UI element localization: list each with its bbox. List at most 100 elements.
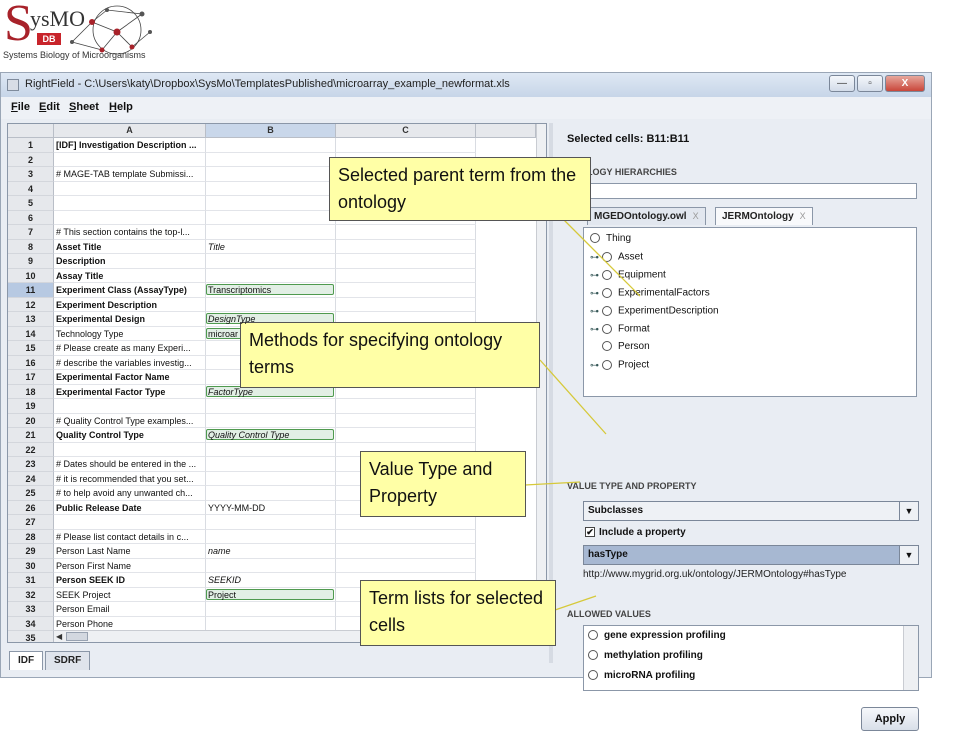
- ontology-tree[interactable]: Thing ⊶ Asset ⊶ Equipment ⊶ ExperimentalFacto…: [583, 227, 917, 397]
- cell-a[interactable]: # Quality Control Type examples...: [54, 413, 206, 428]
- cell-b[interactable]: [206, 486, 336, 501]
- tab-mged-ontology[interactable]: MGEDOntology.owl X: [587, 207, 706, 225]
- row-number[interactable]: 26: [8, 500, 54, 515]
- cell-b[interactable]: YYYY-MM-DD: [206, 500, 336, 515]
- cell-a[interactable]: Person First Name: [54, 558, 206, 573]
- cell-b[interactable]: SEEKID: [206, 573, 336, 588]
- cell-a[interactable]: Quality Control Type: [54, 428, 206, 443]
- close-button[interactable]: X: [885, 75, 925, 92]
- expand-handle-icon[interactable]: ⊶: [590, 268, 602, 282]
- cell-c[interactable]: [336, 558, 476, 573]
- cell-a[interactable]: Person Last Name: [54, 544, 206, 559]
- cell-b[interactable]: [206, 558, 336, 573]
- cell-a[interactable]: Public Release Date: [54, 500, 206, 515]
- cell-c[interactable]: [336, 297, 476, 312]
- cell-a[interactable]: Experimental Design: [54, 312, 206, 327]
- cell-a[interactable]: [54, 152, 206, 167]
- tree-node[interactable]: ⊶ Project: [590, 358, 649, 372]
- row-number[interactable]: 10: [8, 268, 54, 283]
- row-number[interactable]: 6: [8, 210, 54, 225]
- row-number[interactable]: 33: [8, 602, 54, 617]
- row-number[interactable]: 17: [8, 370, 54, 385]
- cell-a[interactable]: [54, 515, 206, 530]
- row-number[interactable]: 5: [8, 196, 54, 211]
- row-number[interactable]: 34: [8, 616, 54, 631]
- cell-a[interactable]: Technology Type: [54, 326, 206, 341]
- cell-a[interactable]: [54, 442, 206, 457]
- cell-b[interactable]: name: [206, 544, 336, 559]
- cell-a[interactable]: Description: [54, 254, 206, 269]
- tab-jerm-ontology[interactable]: JERMOntology X: [715, 207, 813, 225]
- row-number[interactable]: 14: [8, 326, 54, 341]
- allowed-values-scrollbar[interactable]: [903, 626, 918, 690]
- cell-c[interactable]: [336, 399, 476, 414]
- menu-sheet[interactable]: Sheet: [69, 101, 99, 113]
- cell-c[interactable]: [336, 254, 476, 269]
- cell-a[interactable]: Person Email: [54, 602, 206, 617]
- cell-a[interactable]: Experimental Factor Name: [54, 370, 206, 385]
- minimize-button[interactable]: —: [829, 75, 855, 92]
- column-header-c[interactable]: C: [336, 124, 476, 138]
- list-item[interactable]: gene expression profiling: [588, 630, 726, 641]
- row-number[interactable]: 7: [8, 225, 54, 240]
- row-number[interactable]: 15: [8, 341, 54, 356]
- cell-b[interactable]: [206, 616, 336, 631]
- menu-file[interactable]: File: [11, 101, 30, 113]
- row-number[interactable]: 20: [8, 413, 54, 428]
- cell-c[interactable]: [336, 268, 476, 283]
- cell-a[interactable]: Person SEEK ID: [54, 573, 206, 588]
- row-number[interactable]: 23: [8, 457, 54, 472]
- cell-b[interactable]: [206, 210, 336, 225]
- property-select[interactable]: hasType ▼: [583, 545, 919, 565]
- cell-a[interactable]: Assay Title: [54, 268, 206, 283]
- tree-node-thing[interactable]: Thing: [590, 232, 631, 246]
- include-property-checkbox[interactable]: ✔ Include a property: [585, 527, 686, 538]
- row-number[interactable]: 9: [8, 254, 54, 269]
- cell-b[interactable]: Title: [206, 239, 336, 254]
- tree-node[interactable]: ⊶ ExperimentDescription: [590, 304, 719, 318]
- row-number[interactable]: 18: [8, 384, 54, 399]
- cell-a[interactable]: # to help avoid any unwanted ch...: [54, 486, 206, 501]
- cell-c[interactable]: [336, 428, 476, 443]
- cell-a[interactable]: Person Phone: [54, 616, 206, 631]
- ontology-cell-b[interactable]: Quality Control Type: [206, 428, 336, 443]
- cell-b[interactable]: [206, 515, 336, 530]
- apply-button[interactable]: Apply: [861, 707, 919, 731]
- ontology-cell-b[interactable]: Transcriptomics: [206, 283, 336, 298]
- cell-b[interactable]: [206, 225, 336, 240]
- cell-b[interactable]: [206, 268, 336, 283]
- expand-handle-icon[interactable]: ⊶: [590, 286, 602, 300]
- cell-c[interactable]: [336, 544, 476, 559]
- cell-b[interactable]: [206, 138, 336, 153]
- cell-a[interactable]: SEEK Project: [54, 587, 206, 602]
- row-number[interactable]: 11: [8, 283, 54, 298]
- cell-a[interactable]: [54, 210, 206, 225]
- sheet-tab-idf[interactable]: IDF: [9, 651, 44, 670]
- cell-b[interactable]: [206, 196, 336, 211]
- row-number[interactable]: 32: [8, 587, 54, 602]
- cell-b[interactable]: [206, 413, 336, 428]
- expand-handle-icon[interactable]: ⊶: [590, 250, 602, 264]
- close-tab-icon[interactable]: X: [693, 211, 699, 221]
- cell-c[interactable]: [336, 138, 476, 153]
- row-number[interactable]: 19: [8, 399, 54, 414]
- cell-b[interactable]: [206, 181, 336, 196]
- cell-b[interactable]: [206, 297, 336, 312]
- menu-edit[interactable]: Edit: [39, 101, 60, 113]
- cell-a[interactable]: # Please create as many Experi...: [54, 341, 206, 356]
- cell-c[interactable]: [336, 515, 476, 530]
- cell-a[interactable]: [54, 196, 206, 211]
- list-item[interactable]: methylation profiling: [588, 650, 703, 661]
- row-number[interactable]: 24: [8, 471, 54, 486]
- list-item[interactable]: microRNA profiling: [588, 670, 695, 681]
- column-header-b[interactable]: B: [206, 124, 336, 138]
- cell-a[interactable]: # This section contains the top-l...: [54, 225, 206, 240]
- scroll-thumb[interactable]: [66, 632, 88, 641]
- row-number[interactable]: 2: [8, 152, 54, 167]
- cell-a[interactable]: [54, 181, 206, 196]
- cell-a[interactable]: [54, 399, 206, 414]
- cell-a[interactable]: Asset Title: [54, 239, 206, 254]
- expand-handle-icon[interactable]: ⊶: [590, 322, 602, 336]
- row-number[interactable]: 4: [8, 181, 54, 196]
- cell-a[interactable]: # Dates should be entered in the ...: [54, 457, 206, 472]
